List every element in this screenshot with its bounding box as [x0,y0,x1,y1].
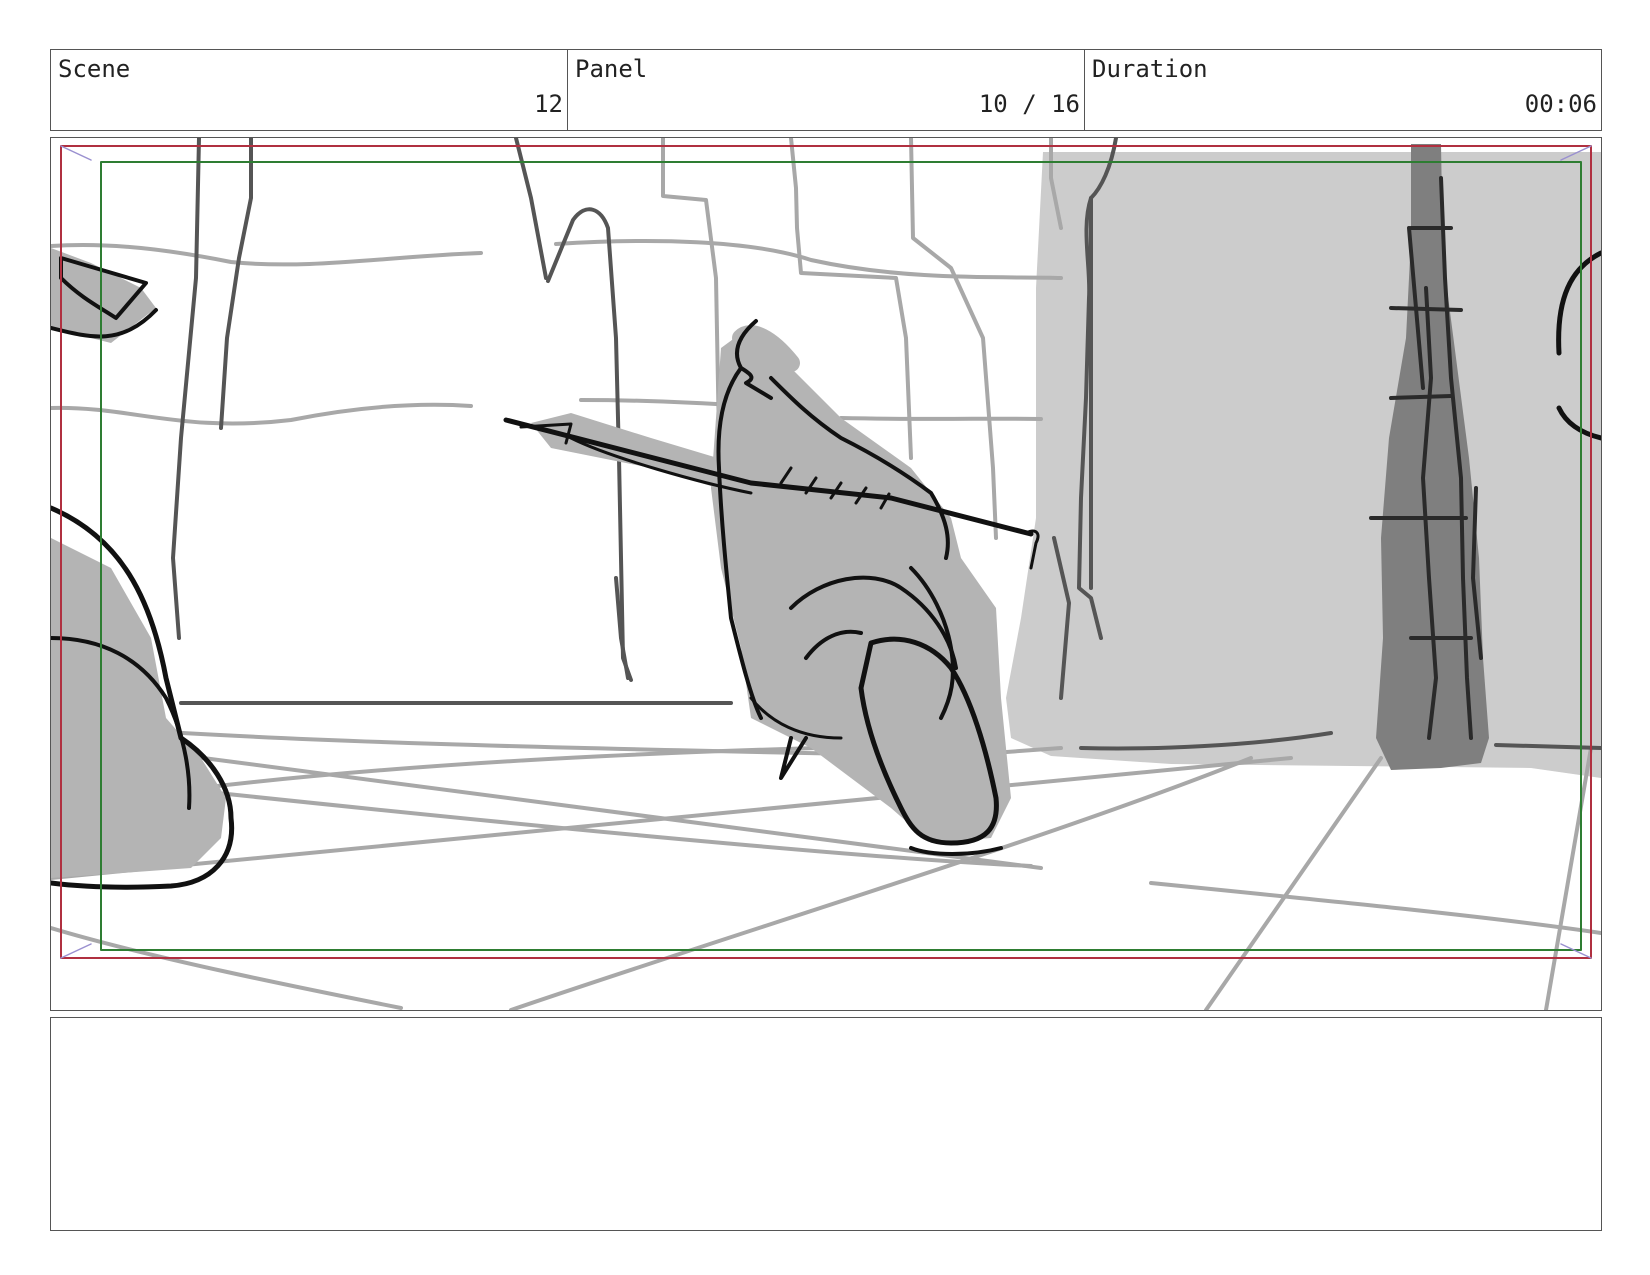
scene-cell: Scene 12 [51,50,567,130]
panel-label: Panel [575,55,648,83]
duration-value: 00:06 [1524,90,1597,118]
duration-label: Duration [1092,55,1208,83]
scene-number: 12 [534,90,563,118]
panel-sketch [51,138,1601,1010]
scene-label: Scene [58,55,131,83]
panel-cell: Panel 10 / 16 [567,50,1084,130]
panel-number: 10 / 16 [978,90,1080,118]
duration-cell: Duration 00:06 [1084,50,1601,130]
panel-notes [50,1017,1602,1231]
panel-header: Scene 12 Panel 10 / 16 Duration 00:06 [50,49,1602,131]
foreground-left-character [51,248,235,890]
storyboard-panel [50,137,1602,1011]
wall-shadow-right [1006,152,1601,778]
